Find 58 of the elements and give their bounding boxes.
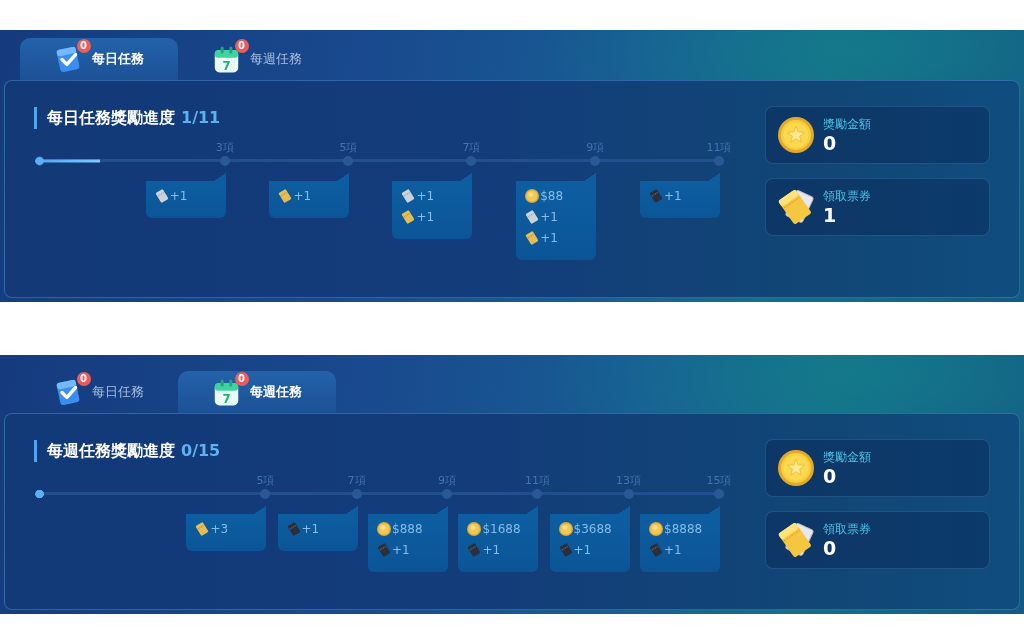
summary-label: 領取票券: [823, 521, 871, 537]
ticket-icon: [278, 188, 293, 203]
reward-amount: +1: [664, 188, 682, 203]
ticket-icon: [401, 188, 416, 203]
progress-count: 0/15: [181, 440, 221, 462]
ticket-icon: [467, 542, 482, 557]
summary-value: 1: [823, 203, 838, 226]
progress-count: 1/11: [181, 107, 221, 129]
tab[interactable]: 7 0 每週任務: [178, 38, 336, 80]
reward-amount: $8888: [664, 521, 703, 536]
ticket-icon: [401, 209, 416, 224]
notification-badge: 0: [76, 371, 91, 386]
reward-amount: +1: [482, 542, 501, 557]
ticket-icon: [525, 230, 540, 245]
reward-amount: +1: [664, 542, 682, 557]
star-coin-icon: [778, 450, 814, 486]
notification-badge: 0: [234, 371, 249, 386]
ticket-icon: [649, 542, 663, 557]
summary-value: 0: [823, 464, 838, 487]
tab[interactable]: 0 每日任務: [20, 371, 178, 413]
reward-amount: $88: [540, 188, 564, 203]
reward-amount: +1: [540, 230, 558, 245]
summary-value: 0: [823, 131, 838, 154]
ticket-icon: [525, 209, 540, 224]
ticket-icon: [377, 542, 391, 557]
section-title: 每日任務獎勵進度: [34, 107, 175, 129]
tab[interactable]: 0 每日任務: [20, 38, 178, 80]
coin-icon: [558, 521, 573, 536]
reward-amount: +1: [301, 521, 320, 536]
reward-amount: $1688: [482, 521, 521, 536]
ticket-icon: [195, 521, 210, 536]
tab[interactable]: 7 0 每週任務: [178, 371, 336, 413]
summary-value: 0: [823, 536, 838, 559]
ticket-icon: [154, 188, 169, 203]
reward-amount: +1: [293, 188, 312, 203]
reward-amount: $3688: [573, 521, 612, 536]
coin-icon: [377, 521, 391, 536]
section-title: 每週任務獎勵進度: [34, 440, 175, 462]
summary-label: 獎勵金額: [823, 116, 871, 132]
coin-icon: [467, 521, 482, 536]
ticket-icon: [286, 521, 301, 536]
reward-amount: +1: [573, 542, 592, 557]
coin-icon: [649, 521, 663, 536]
notification-badge: 0: [76, 38, 91, 53]
summary-label: 領取票券: [823, 188, 871, 204]
reward-amount: +1: [169, 188, 188, 203]
reward-amount: +3: [210, 521, 229, 536]
summary-label: 獎勵金額: [823, 449, 871, 465]
reward-amount: $888: [392, 521, 423, 536]
notification-badge: 0: [234, 38, 249, 53]
reward-amount: +1: [392, 542, 410, 557]
star-coin-icon: [778, 117, 814, 153]
reward-amount: +1: [416, 188, 435, 203]
ticket-icon: [649, 188, 663, 203]
reward-amount: +1: [540, 209, 558, 224]
reward-amount: +1: [416, 209, 435, 224]
ticket-icon: [558, 542, 573, 557]
coin-icon: [525, 188, 540, 203]
